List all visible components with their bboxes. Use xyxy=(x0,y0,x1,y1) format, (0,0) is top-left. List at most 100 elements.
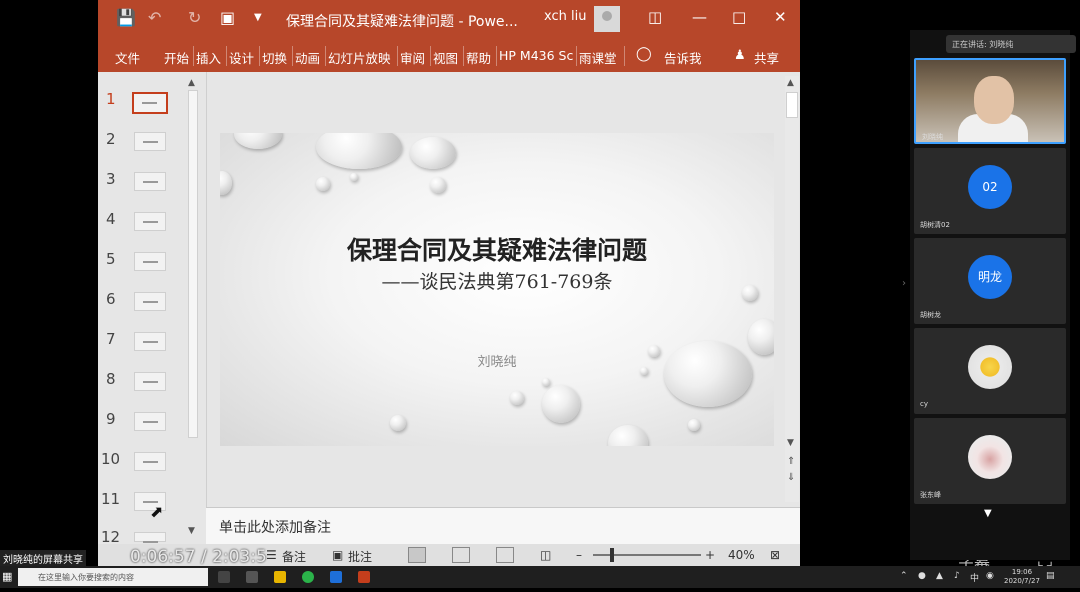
slide-thumbnail[interactable] xyxy=(134,252,166,271)
scroll-down-icon[interactable]: ▼ xyxy=(188,526,195,536)
editor-scrollbar[interactable]: ▲ ▼ ⇑ ⇓ xyxy=(785,76,799,502)
scroll-participants-down-icon[interactable]: ▼ xyxy=(984,508,992,519)
tab-file[interactable]: 文件 xyxy=(115,48,140,67)
file-explorer-icon[interactable] xyxy=(274,571,286,583)
slide-title[interactable]: 保理合同及其疑难法律问题 xyxy=(220,231,774,267)
fit-slide-icon[interactable]: ⊠ xyxy=(770,548,780,562)
minimize-icon[interactable]: — xyxy=(692,8,707,26)
share-button[interactable]: 共享 xyxy=(754,48,779,67)
tab-home[interactable]: 开始 xyxy=(164,48,189,67)
network-icon[interactable]: ▲ xyxy=(936,571,943,581)
share-icon[interactable]: ♟ xyxy=(734,48,746,63)
taskbar-clock[interactable]: 19:06 2020/7/27 xyxy=(1004,568,1040,586)
slide-thumbnail[interactable] xyxy=(134,372,166,391)
powerpoint-icon[interactable] xyxy=(358,571,370,583)
notification-icon[interactable]: ▤ xyxy=(1046,571,1055,581)
slide-thumbnail[interactable] xyxy=(134,332,166,351)
reading-view-button[interactable] xyxy=(496,547,514,563)
tab-rain-classroom[interactable]: 雨课堂 xyxy=(579,48,617,67)
participant-tile[interactable]: 张东峰 xyxy=(914,418,1066,504)
tab-insert[interactable]: 插入 xyxy=(196,48,221,67)
meeting-app-icon[interactable] xyxy=(330,571,342,583)
slide-sorter-button[interactable] xyxy=(452,547,470,563)
slide-thumbnail[interactable] xyxy=(134,532,166,543)
thumb-number: 6 xyxy=(106,290,116,308)
tray-chevron-icon[interactable]: ⌃ xyxy=(900,571,908,581)
slide-editor: 保理合同及其疑难法律问题 ——谈民法典第761-769条 刘晓纯 ▲ ▼ ⇑ ⇓ xyxy=(206,72,800,507)
collapse-panel-icon[interactable]: › xyxy=(902,278,906,289)
screenshare-label: 刘晓纯的屏幕共享 xyxy=(0,550,86,567)
tab-help[interactable]: 帮助 xyxy=(466,48,491,67)
slide-thumbnail[interactable] xyxy=(134,452,166,471)
save-icon[interactable]: 💾 xyxy=(116,8,136,27)
participant-avatar: 明龙 xyxy=(968,255,1012,299)
slide-thumbnail[interactable] xyxy=(134,172,166,191)
notes-button[interactable]: 备注 xyxy=(282,548,306,565)
maximize-icon[interactable]: □ xyxy=(732,8,746,26)
taskbar-search[interactable]: 在这里输入你要搜索的内容 xyxy=(18,568,208,586)
account-avatar-icon[interactable] xyxy=(594,6,620,32)
customize-toolbar-icon[interactable]: ▼ xyxy=(254,12,262,23)
thumb-number: 8 xyxy=(106,370,116,388)
video-timestamp: 0:06:57 / 2:03:5 xyxy=(130,547,267,567)
next-slide-icon[interactable]: ⇓ xyxy=(787,472,795,483)
slide-thumbnail[interactable] xyxy=(134,132,166,151)
participant-tile[interactable]: 02 胡树清02 xyxy=(914,148,1066,234)
thumb-number: 2 xyxy=(106,130,116,148)
current-slide[interactable]: 保理合同及其疑难法律问题 ——谈民法典第761-769条 刘晓纯 xyxy=(220,133,774,446)
thumbnail-scrollbar[interactable]: ▲ ▼ xyxy=(186,76,200,540)
scroll-up-icon[interactable]: ▲ xyxy=(188,78,195,88)
zoom-slider-handle[interactable] xyxy=(610,548,614,562)
account-name[interactable]: xch liu xyxy=(544,9,586,24)
ribbon-display-icon[interactable]: ◫ xyxy=(648,8,662,26)
slideshow-button[interactable]: ◫ xyxy=(540,548,551,562)
participant-tile[interactable]: 明龙 胡树龙 xyxy=(914,238,1066,324)
present-icon[interactable]: ▣ xyxy=(220,8,235,27)
scroll-down-icon[interactable]: ▼ xyxy=(787,438,794,448)
scroll-up-icon[interactable]: ▲ xyxy=(787,78,794,88)
tab-slideshow[interactable]: 幻灯片放映 xyxy=(328,48,391,67)
normal-view-button[interactable] xyxy=(408,547,426,563)
undo-icon[interactable]: ↶ xyxy=(148,8,161,27)
slide-subtitle[interactable]: ——谈民法典第761-769条 xyxy=(220,267,774,294)
flower-avatar-icon xyxy=(968,435,1012,479)
scrollbar-thumb[interactable] xyxy=(786,92,798,118)
tab-design[interactable]: 设计 xyxy=(229,48,254,67)
tab-view[interactable]: 视图 xyxy=(433,48,458,67)
notes-pane[interactable]: 单击此处添加备注 xyxy=(206,507,800,544)
slide-thumbnail[interactable] xyxy=(134,412,166,431)
redo-icon[interactable]: ↻ xyxy=(188,8,201,27)
tab-animations[interactable]: 动画 xyxy=(295,48,320,67)
notes-placeholder[interactable]: 单击此处添加备注 xyxy=(219,517,331,537)
browser-icon[interactable] xyxy=(302,571,314,583)
comments-icon[interactable]: ▣ xyxy=(332,548,343,562)
clock-date: 2020/7/27 xyxy=(1004,577,1040,585)
zoom-in-button[interactable]: + xyxy=(705,548,715,562)
task-app-icon[interactable] xyxy=(246,571,258,583)
lightbulb-icon[interactable]: ◯ xyxy=(636,46,652,62)
security-icon[interactable]: ◉ xyxy=(986,571,994,581)
tab-review[interactable]: 审阅 xyxy=(400,48,425,67)
ime-icon[interactable]: 中 xyxy=(970,571,979,584)
task-view-icon[interactable] xyxy=(218,571,230,583)
close-icon[interactable]: ✕ xyxy=(774,8,787,26)
slide-thumbnail[interactable] xyxy=(134,292,166,311)
tab-printer[interactable]: HP M436 Sc xyxy=(499,48,573,63)
comments-button[interactable]: 批注 xyxy=(348,548,372,565)
scrollbar-thumb[interactable] xyxy=(188,90,198,438)
zoom-out-button[interactable]: – xyxy=(576,548,582,562)
participant-tile[interactable]: cy xyxy=(914,328,1066,414)
slide-thumbnail[interactable] xyxy=(132,92,168,114)
zoom-level[interactable]: 40% xyxy=(728,548,755,562)
slide-author[interactable]: 刘晓纯 xyxy=(220,351,774,370)
previous-slide-icon[interactable]: ⇑ xyxy=(787,456,795,467)
slide-thumbnail[interactable] xyxy=(134,212,166,231)
volume-icon[interactable]: ♪ xyxy=(954,571,960,581)
microphone-icon[interactable]: ● xyxy=(918,571,926,581)
tell-me-search[interactable]: 告诉我 xyxy=(664,48,702,67)
notes-toggle-icon[interactable]: ☰ xyxy=(266,548,277,562)
tab-transitions[interactable]: 切换 xyxy=(262,48,287,67)
participant-video-tile[interactable]: 刘晓纯 xyxy=(914,58,1066,144)
windows-start-icon[interactable]: ▦ xyxy=(2,570,12,583)
speaking-indicator: 正在讲话: 刘晓纯 xyxy=(946,35,1076,53)
